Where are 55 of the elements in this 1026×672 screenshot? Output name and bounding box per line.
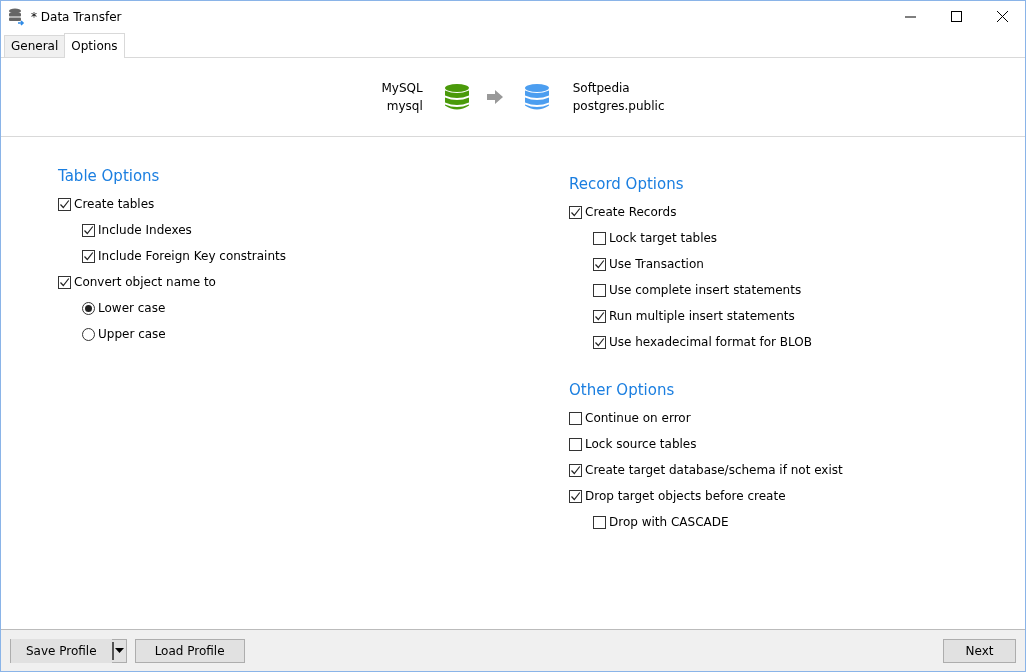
option-label: Run multiple insert statements — [609, 308, 795, 325]
option-label: Use hexadecimal format for BLOB — [609, 334, 812, 351]
checkbox[interactable] — [569, 463, 582, 477]
option-label: Include Indexes — [98, 222, 192, 239]
database-transfer-icon — [9, 7, 25, 26]
section-title: Table Options — [58, 166, 161, 187]
maximize-icon — [950, 11, 962, 22]
target-database: postgres.public — [572, 98, 665, 115]
option-label: Lock source tables — [585, 436, 697, 453]
save-profile-split-button[interactable]: Save Profile — [10, 638, 127, 663]
option-label: Create tables — [74, 196, 155, 213]
option-label: Drop target objects before create — [585, 488, 786, 505]
option-label: Lower case — [98, 300, 166, 317]
option-label: Create Records — [585, 204, 677, 221]
minimize-icon — [904, 15, 916, 18]
tab[interactable]: Options — [64, 33, 125, 58]
checkbox[interactable] — [593, 231, 606, 245]
checkbox[interactable] — [82, 249, 95, 263]
tab[interactable]: General — [4, 35, 66, 57]
checkbox[interactable] — [593, 283, 606, 297]
checkbox[interactable] — [569, 205, 582, 219]
checkbox[interactable] — [593, 335, 606, 349]
source-database: mysql — [385, 98, 423, 115]
source-server: MySQL — [381, 80, 423, 97]
option-label: Include Foreign Key constraints — [98, 248, 286, 265]
window-title: * Data Transfer — [31, 8, 122, 26]
close-icon — [996, 11, 1008, 22]
profile-button[interactable]: Load Profile — [134, 638, 245, 663]
next-button[interactable]: Next — [943, 638, 1016, 663]
checkbox[interactable] — [82, 223, 95, 237]
radio-button[interactable] — [82, 327, 95, 341]
radio-button[interactable] — [82, 301, 95, 315]
checkbox[interactable] — [58, 275, 71, 289]
checkbox[interactable] — [593, 515, 606, 529]
checkbox[interactable] — [593, 309, 606, 323]
option-label: Convert object name to — [74, 274, 216, 291]
checkbox[interactable] — [593, 257, 606, 271]
target-server: Softpedia — [572, 80, 631, 97]
section-title: Other Options — [569, 380, 676, 401]
option-label: Use complete insert statements — [609, 282, 802, 299]
checkbox[interactable] — [569, 437, 582, 451]
option-label: Drop with CASCADE — [609, 514, 729, 531]
option-label: Upper case — [98, 326, 166, 343]
checkbox[interactable] — [569, 489, 582, 503]
option-label: Create target database/schema if not exist — [585, 462, 843, 479]
section-title: Record Options — [569, 174, 685, 195]
database-icon — [524, 84, 549, 110]
checkbox[interactable] — [58, 197, 71, 211]
option-label: Continue on error — [585, 410, 691, 427]
arrow-right-icon — [486, 90, 503, 104]
database-icon — [444, 84, 469, 110]
checkbox[interactable] — [569, 411, 582, 425]
option-label: Use Transaction — [609, 256, 704, 273]
caret-icon — [115, 648, 125, 653]
option-label: Lock target tables — [609, 230, 718, 247]
